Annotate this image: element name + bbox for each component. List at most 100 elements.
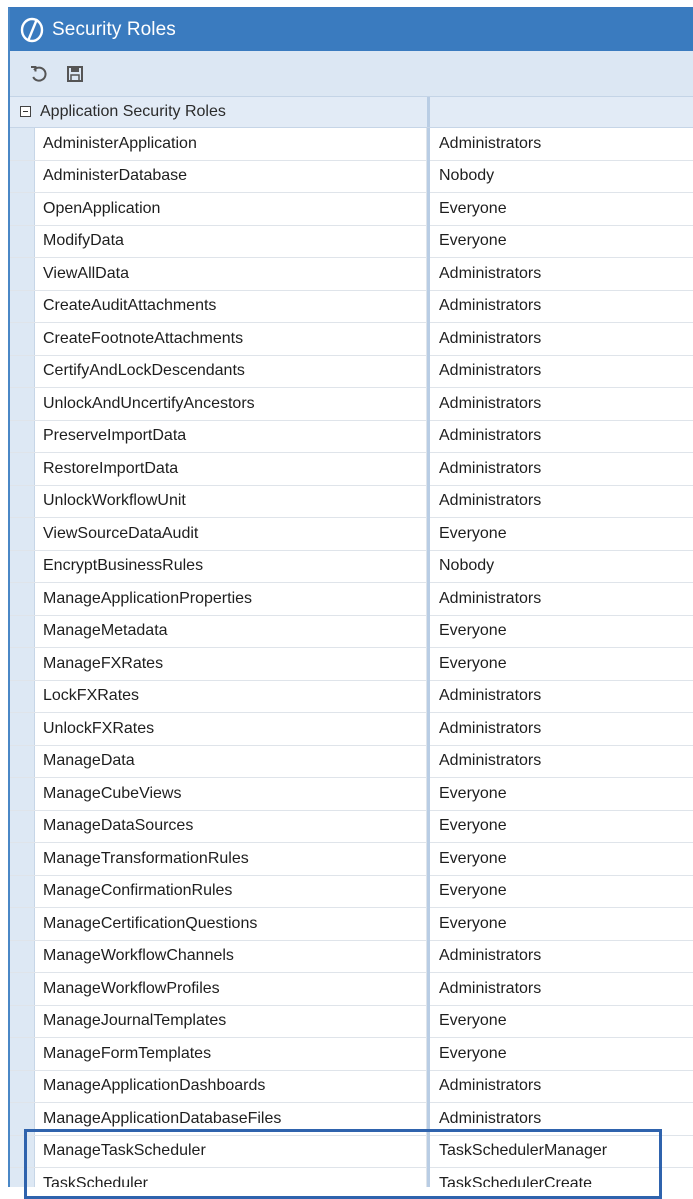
title-bar: Security Roles	[10, 8, 693, 51]
role-name-cell: AdministerDatabase	[34, 160, 427, 192]
role-name-cell: RestoreImportData	[34, 453, 427, 485]
table-row[interactable]: PreserveImportData Administrators	[10, 420, 693, 453]
table-row[interactable]: ViewSourceDataAudit Everyone	[10, 518, 693, 551]
table-row[interactable]: ViewAllData Administrators	[10, 258, 693, 291]
row-indent-gutter	[10, 1070, 35, 1102]
table-row[interactable]: ManageWorkflowProfiles Administrators	[10, 973, 693, 1006]
role-value-cell[interactable]: Administrators	[430, 486, 693, 518]
role-value-cell[interactable]: Everyone	[430, 226, 693, 258]
role-name-cell: ManageApplicationDashboards	[34, 1070, 427, 1102]
role-value-cell[interactable]: Everyone	[430, 843, 693, 875]
role-value-cell[interactable]: Administrators	[430, 713, 693, 745]
role-value-cell[interactable]: Administrators	[430, 421, 693, 453]
table-row[interactable]: AdministerDatabase Nobody	[10, 160, 693, 193]
role-value-cell[interactable]: Administrators	[430, 1071, 693, 1103]
role-value-cell[interactable]: Administrators	[430, 258, 693, 290]
role-value-cell[interactable]: Administrators	[430, 1103, 693, 1135]
role-value-cell[interactable]: Administrators	[430, 746, 693, 778]
role-name-cell: CreateFootnoteAttachments	[34, 323, 427, 355]
table-row[interactable]: ManageCubeViews Everyone	[10, 778, 693, 811]
table-row[interactable]: ManageWorkflowChannels Administrators	[10, 940, 693, 973]
role-value-cell[interactable]: Everyone	[430, 193, 693, 225]
role-value-cell[interactable]: Administrators	[430, 681, 693, 713]
table-row[interactable]: ManageMetadata Everyone	[10, 615, 693, 648]
role-value-cell[interactable]: Administrators	[430, 973, 693, 1005]
table-row[interactable]: LockFXRates Administrators	[10, 680, 693, 713]
role-value-cell[interactable]: Nobody	[430, 161, 693, 193]
window-title: Security Roles	[52, 18, 176, 40]
role-value-cell[interactable]: Everyone	[430, 648, 693, 680]
security-roles-window: Security Roles Application Security Role…	[8, 7, 693, 1187]
table-row[interactable]: ManageConfirmationRules Everyone	[10, 875, 693, 908]
row-indent-gutter	[10, 1038, 35, 1070]
table-row[interactable]: UnlockFXRates Administrators	[10, 713, 693, 746]
table-row[interactable]: OpenApplication Everyone	[10, 193, 693, 226]
group-header-application-security-roles[interactable]: Application Security Roles	[10, 97, 693, 128]
table-row[interactable]: ManageApplicationDatabaseFiles Administra…	[10, 1103, 693, 1136]
table-row[interactable]: ManageData Administrators	[10, 745, 693, 778]
role-value-cell[interactable]: Administrators	[430, 583, 693, 615]
role-name-cell: ManageWorkflowProfiles	[34, 973, 427, 1005]
row-indent-gutter	[10, 160, 35, 192]
table-row[interactable]: CreateAuditAttachments Administrators	[10, 290, 693, 323]
table-row[interactable]: UnlockAndUncertifyAncestors Administrator…	[10, 388, 693, 421]
role-value-cell[interactable]: Everyone	[430, 1006, 693, 1038]
table-row[interactable]: ManageFormTemplates Everyone	[10, 1038, 693, 1071]
table-row[interactable]: UnlockWorkflowUnit Administrators	[10, 485, 693, 518]
role-value-cell[interactable]: Everyone	[430, 811, 693, 843]
table-row[interactable]: ManageFXRates Everyone	[10, 648, 693, 681]
row-indent-gutter	[10, 648, 35, 680]
role-value-cell[interactable]: TaskSchedulerManager	[430, 1136, 693, 1168]
role-name-cell: UnlockFXRates	[34, 713, 427, 745]
role-value-cell[interactable]: Administrators	[430, 323, 693, 355]
table-row[interactable]: RestoreImportData Administrators	[10, 453, 693, 486]
save-icon	[67, 65, 83, 82]
row-indent-gutter	[10, 193, 35, 225]
role-value-cell[interactable]: Everyone	[430, 1038, 693, 1070]
row-indent-gutter	[10, 615, 35, 647]
role-value-cell[interactable]: Everyone	[430, 518, 693, 550]
role-name-cell: TaskScheduler	[34, 1168, 427, 1187]
role-value-cell[interactable]: Administrators	[430, 941, 693, 973]
table-row[interactable]: ManageJournalTemplates Everyone	[10, 1005, 693, 1038]
table-row[interactable]: ManageTransformationRules Everyone	[10, 843, 693, 876]
row-indent-gutter	[10, 388, 35, 420]
role-value-cell[interactable]: Administrators	[430, 356, 693, 388]
table-row[interactable]: ManageCertificationQuestions Everyone	[10, 908, 693, 941]
table-row[interactable]: ModifyData Everyone	[10, 225, 693, 258]
role-name-cell: OpenApplication	[34, 193, 427, 225]
role-value-cell[interactable]: TaskSchedulerCreate	[430, 1168, 693, 1187]
role-value-cell[interactable]: Administrators	[430, 388, 693, 420]
role-name-cell: ManageDataSources	[34, 810, 427, 842]
role-name-cell: ManageCubeViews	[34, 778, 427, 810]
row-indent-gutter	[10, 550, 35, 582]
table-row[interactable]: ManageApplicationDashboards Administrator…	[10, 1070, 693, 1103]
table-row[interactable]: TaskScheduler TaskSchedulerCreate	[10, 1168, 693, 1187]
role-value-cell[interactable]: Everyone	[430, 616, 693, 648]
toolbar	[10, 51, 693, 97]
refresh-icon	[31, 65, 47, 82]
role-value-cell[interactable]: Everyone	[430, 876, 693, 908]
collapse-minus-icon[interactable]	[20, 106, 31, 117]
role-name-cell: ManageTaskScheduler	[34, 1135, 427, 1167]
role-value-cell[interactable]: Everyone	[430, 908, 693, 940]
table-row[interactable]: AdministerApplication Administrators	[10, 128, 693, 161]
role-value-cell[interactable]: Administrators	[430, 453, 693, 485]
row-indent-gutter	[10, 1005, 35, 1037]
table-row[interactable]: CertifyAndLockDescendants Administrators	[10, 355, 693, 388]
table-row[interactable]: ManageTaskScheduler TaskSchedulerManager	[10, 1135, 693, 1168]
refresh-button[interactable]	[27, 62, 51, 86]
role-value-cell[interactable]: Administrators	[430, 128, 693, 160]
table-row[interactable]: ManageDataSources Everyone	[10, 810, 693, 843]
table-row[interactable]: CreateFootnoteAttachments Administrators	[10, 323, 693, 356]
table-row[interactable]: EncryptBusinessRules Nobody	[10, 550, 693, 583]
role-value-cell[interactable]: Administrators	[430, 291, 693, 323]
row-indent-gutter	[10, 518, 35, 550]
role-name-cell: UnlockAndUncertifyAncestors	[34, 388, 427, 420]
table-row[interactable]: ManageApplicationProperties Administrator…	[10, 583, 693, 616]
row-indent-gutter	[10, 680, 35, 712]
row-indent-gutter	[10, 1135, 35, 1167]
role-value-cell[interactable]: Everyone	[430, 778, 693, 810]
role-value-cell[interactable]: Nobody	[430, 551, 693, 583]
save-button[interactable]	[63, 62, 87, 86]
